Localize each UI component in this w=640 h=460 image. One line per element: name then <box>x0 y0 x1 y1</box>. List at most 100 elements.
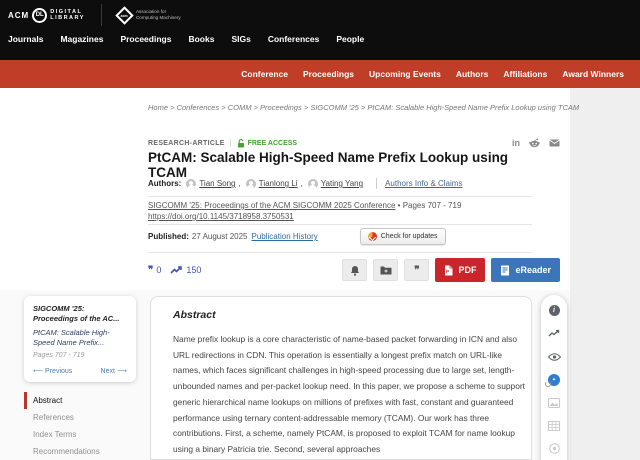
check-for-updates-button[interactable]: Check for updates <box>360 228 446 245</box>
main-nav: Journals Magazines Proceedings Books SIG… <box>8 34 364 44</box>
sidebar-article-title: PtCAM: Scalable High-Speed Name Prefix..… <box>33 328 127 348</box>
views-button[interactable] <box>548 350 561 363</box>
sidebar-pages: Pages 707 - 719 <box>33 352 127 359</box>
nav-books[interactable]: Books <box>188 34 214 44</box>
trend-icon <box>548 329 560 338</box>
linkedin-icon[interactable]: in <box>512 138 520 148</box>
reddit-icon[interactable] <box>529 138 540 148</box>
article-title: PtCAM: Scalable High-Speed Name Prefix L… <box>148 150 548 180</box>
abstract-section: Abstract Name prefix lookup is a core ch… <box>150 296 532 460</box>
media-button[interactable] <box>548 442 561 455</box>
free-access-badge: FREE ACCESS <box>237 139 298 148</box>
digital-library-text: DIGITAL LIBRARY <box>50 9 85 22</box>
author-avatar <box>246 179 256 189</box>
doi-link[interactable]: https://doi.org/10.1145/3718958.3750531 <box>148 212 294 221</box>
publication-history-link[interactable]: Publication History <box>252 232 318 241</box>
sidebar-article-card: SIGCOMM '25: Proceedings of the AC... Pt… <box>24 296 136 382</box>
next-article-link[interactable]: Next ⟶ <box>101 367 127 375</box>
tables-button[interactable] <box>548 419 561 432</box>
crossmark-icon <box>368 232 377 241</box>
save-to-binder-button[interactable] <box>373 259 398 281</box>
authors-info-claims-link[interactable]: Authors Info & Claims <box>385 179 462 188</box>
nav-conferences[interactable]: Conferences <box>268 34 320 44</box>
conference-subnav: Conference Proceedings Upcoming Events A… <box>0 60 640 88</box>
author-tian-song[interactable]: Tian Song, <box>186 179 240 189</box>
breadcrumb-sigcomm25[interactable]: SIGCOMM '25 <box>310 103 359 112</box>
email-icon[interactable] <box>549 139 560 147</box>
abstract-text: Name prefix lookup is a core characteris… <box>173 332 525 458</box>
breadcrumb-sep: > <box>254 103 258 112</box>
section-nav-references[interactable]: References <box>24 409 136 426</box>
downloads-count[interactable]: 150 <box>170 265 201 275</box>
nav-magazines[interactable]: Magazines <box>60 34 103 44</box>
top-header: ACM DL DIGITAL LIBRARY acm Association f… <box>0 0 640 60</box>
trend-icon <box>170 265 183 275</box>
info-button[interactable]: i <box>548 304 561 317</box>
breadcrumb-sep: > <box>221 103 225 112</box>
sidebar-venue[interactable]: SIGCOMM '25: Proceedings of the AC... <box>33 304 127 324</box>
published-date: 27 August 2025 <box>192 232 248 241</box>
logo-divider <box>101 4 102 26</box>
nav-people[interactable]: People <box>336 34 364 44</box>
nav-sigs[interactable]: SIGs <box>231 34 250 44</box>
action-buttons: ❞ P PDF eReader <box>342 258 560 282</box>
pdf-file-icon: P <box>444 265 453 276</box>
author-avatar <box>186 179 196 189</box>
acm-dl-article-page: ACM DL DIGITAL LIBRARY acm Association f… <box>0 0 640 460</box>
section-nav-abstract[interactable]: Abstract <box>24 392 136 409</box>
author-avatar <box>308 179 318 189</box>
cite-button[interactable]: ❞ <box>404 259 429 281</box>
subnav-authors[interactable]: Authors <box>456 69 489 79</box>
ereader-icon <box>500 265 510 276</box>
metrics-button[interactable] <box>548 327 561 340</box>
divider-line <box>148 196 532 197</box>
citation-icon: ❞ <box>148 266 153 275</box>
altmetric-badge[interactable]: ✦ <box>548 373 561 386</box>
breadcrumb-proceedings[interactable]: Proceedings <box>260 103 302 112</box>
breadcrumb-home[interactable]: Home <box>148 103 168 112</box>
subnav-affiliations[interactable]: Affiliations <box>503 69 547 79</box>
breadcrumb-sep: > <box>304 103 308 112</box>
disc-icon <box>549 443 560 454</box>
breadcrumb-current-article: PtCAM: Scalable High-Speed Name Prefix L… <box>367 103 579 112</box>
published-label: Published: <box>148 232 189 241</box>
abstract-heading: Abstract <box>173 309 509 321</box>
alerts-button[interactable] <box>342 259 367 281</box>
ereader-button[interactable]: eReader <box>491 258 560 282</box>
divider-line <box>148 252 532 253</box>
authors-divider <box>376 178 377 189</box>
pdf-button[interactable]: P PDF <box>435 258 485 282</box>
subnav-upcoming-events[interactable]: Upcoming Events <box>369 69 441 79</box>
subnav-conference[interactable]: Conference <box>241 69 288 79</box>
page-body: Home > Conferences > COMM > Proceedings … <box>0 88 640 460</box>
nav-proceedings[interactable]: Proceedings <box>120 34 171 44</box>
previous-article-link[interactable]: ⟵ Previous <box>33 367 72 375</box>
subnav-award-winners[interactable]: Award Winners <box>562 69 624 79</box>
authors-label: Authors: <box>148 179 181 188</box>
table-icon <box>548 421 560 431</box>
author-tianlong-li[interactable]: Tianlong Li, <box>246 179 303 189</box>
section-nav-recommendations[interactable]: Recommendations <box>24 443 136 460</box>
nav-journals[interactable]: Journals <box>8 34 43 44</box>
acm-dl-logo[interactable]: ACM DL DIGITAL LIBRARY <box>8 8 85 23</box>
figures-button[interactable] <box>548 396 561 409</box>
breadcrumb: Home > Conferences > COMM > Proceedings … <box>148 102 580 113</box>
section-nav-index-terms[interactable]: Index Terms <box>24 426 136 443</box>
acm-association-logo[interactable]: acm Association for Computing Machinery <box>118 9 181 22</box>
next-arrow-icon: ⟶ <box>117 367 127 375</box>
venue-link[interactable]: SIGCOMM '25: Proceedings of the ACM SIGC… <box>148 201 395 210</box>
breadcrumb-comm[interactable]: COMM <box>228 103 252 112</box>
breadcrumb-conferences[interactable]: Conferences <box>177 103 220 112</box>
association-text: Association for Computing Machinery <box>136 9 181 20</box>
subnav-proceedings[interactable]: Proceedings <box>303 69 354 79</box>
acm-logo-text: ACM <box>8 11 29 20</box>
eye-icon <box>548 353 561 361</box>
divider-line <box>148 224 532 225</box>
author-yating-yang[interactable]: Yating Yang <box>308 179 363 189</box>
open-lock-icon <box>237 139 245 148</box>
section-nav: Abstract References Index Terms Recommen… <box>24 392 136 460</box>
acm-diamond-icon: acm <box>115 6 133 24</box>
citation-count[interactable]: ❞ 0 <box>148 265 161 275</box>
page-right-gutter <box>570 88 640 460</box>
prev-arrow-icon: ⟵ <box>33 367 43 375</box>
